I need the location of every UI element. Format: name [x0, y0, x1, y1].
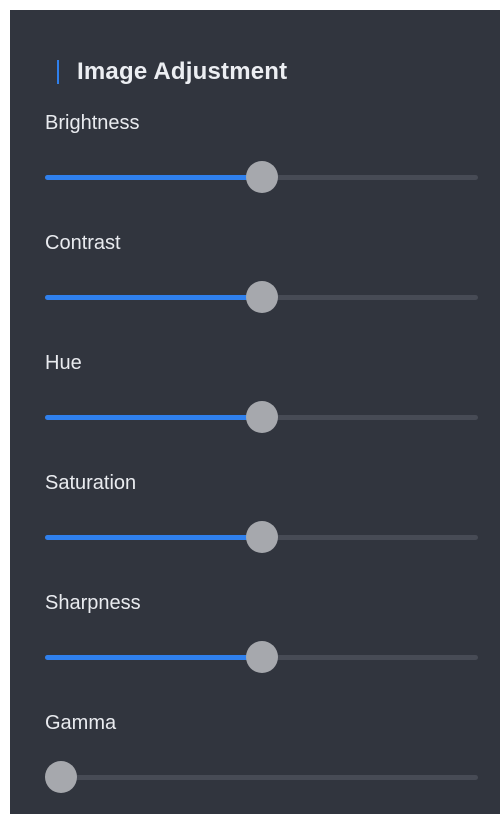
slider-thumb[interactable] — [245, 521, 278, 553]
slider-thumb[interactable] — [245, 401, 278, 433]
saturation-control: Saturation — [45, 472, 480, 582]
slider-thumb[interactable] — [245, 161, 278, 193]
slider-fill — [45, 295, 262, 300]
slider-fill — [45, 535, 262, 540]
image-adjustment-panel: Image Adjustment Brightness Contrast Hue… — [10, 10, 500, 814]
gamma-label: Gamma — [45, 712, 117, 734]
panel-title: Image Adjustment — [77, 58, 288, 85]
sharpness-slider[interactable] — [45, 640, 478, 674]
slider-thumb[interactable] — [245, 281, 278, 313]
hue-label: Hue — [45, 352, 82, 374]
saturation-slider[interactable] — [45, 520, 478, 554]
slider-fill — [45, 175, 262, 180]
slider-fill — [45, 655, 262, 660]
contrast-label: Contrast — [45, 232, 121, 254]
slider-thumb[interactable] — [45, 761, 77, 793]
contrast-control: Contrast — [45, 232, 480, 342]
contrast-slider[interactable] — [45, 280, 478, 314]
slider-fill — [45, 415, 262, 420]
saturation-label: Saturation — [45, 472, 137, 494]
brightness-slider[interactable] — [45, 160, 478, 194]
panel-header: Image Adjustment — [57, 52, 287, 92]
hue-control: Hue — [45, 352, 480, 462]
slider-track — [45, 775, 478, 780]
slider-thumb[interactable] — [245, 641, 278, 673]
hue-slider[interactable] — [45, 400, 478, 434]
header-accent-bar — [57, 60, 59, 84]
brightness-label: Brightness — [45, 112, 140, 134]
sharpness-control: Sharpness — [45, 592, 480, 702]
brightness-control: Brightness — [45, 112, 480, 222]
gamma-control: Gamma — [45, 712, 480, 822]
gamma-slider[interactable] — [45, 760, 478, 794]
sharpness-label: Sharpness — [45, 592, 141, 614]
